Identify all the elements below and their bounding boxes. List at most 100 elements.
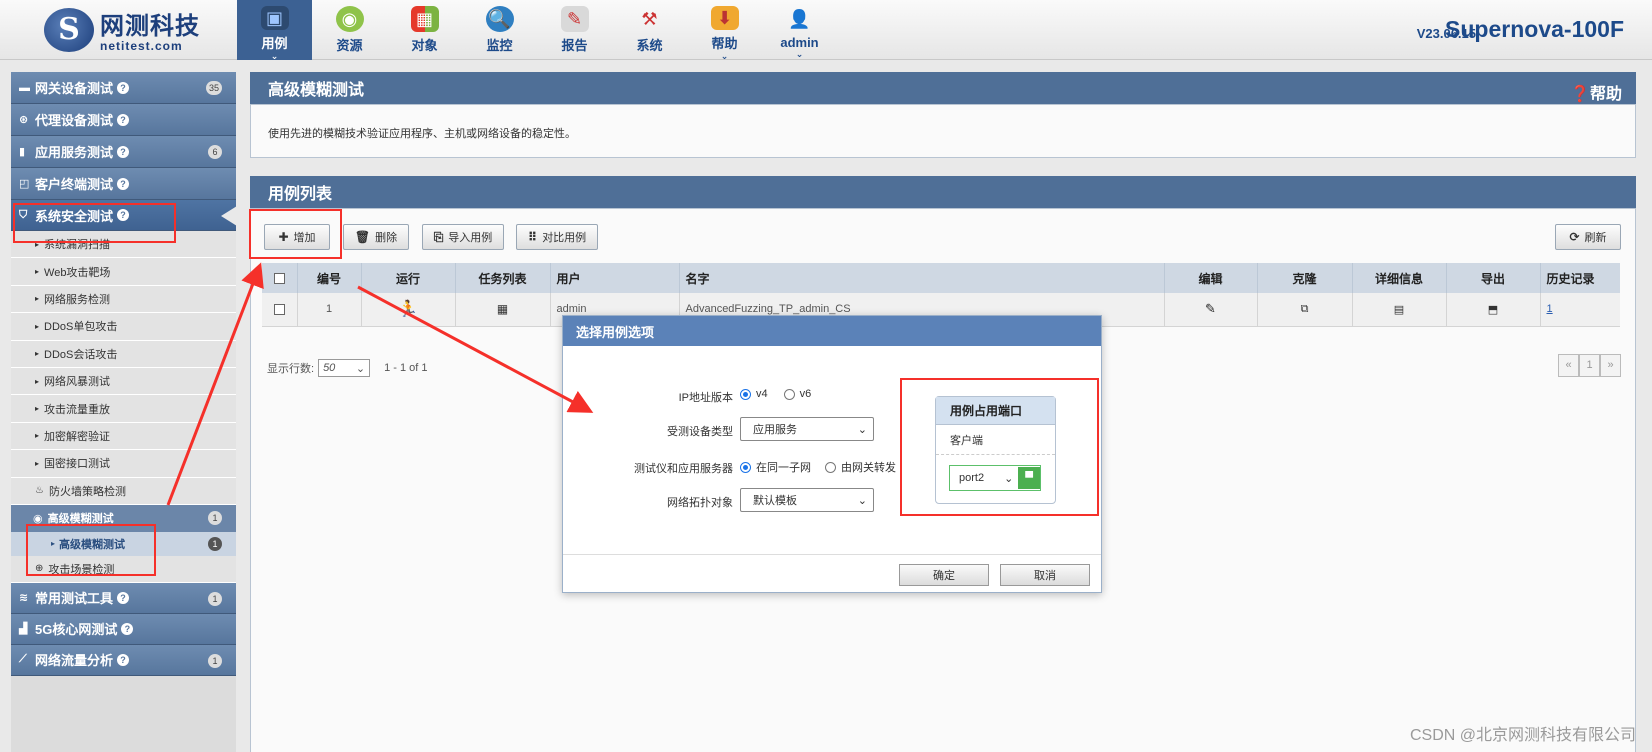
col-user[interactable]: 用户 — [550, 263, 680, 293]
same-subnet-radio[interactable] — [740, 461, 751, 473]
nav-cases[interactable]: ▣ 用例 ⌄ — [237, 0, 312, 61]
count-badge: 1 — [208, 536, 222, 551]
coins-icon: ◉ — [335, 6, 364, 32]
help-icon[interactable]: ? — [117, 653, 130, 666]
tools-icon: ⚒ — [641, 8, 658, 29]
sidebar-section-client[interactable]: ◰ 客户终端测试 ? — [11, 168, 236, 200]
sidebar-item-crypto[interactable]: ▸ 加密解密验证 — [11, 422, 236, 451]
sidebar-section-tools[interactable]: ≋ 常用测试工具 ? 1 — [11, 582, 236, 614]
compare-button[interactable]: ⠿ 对比用例 — [516, 224, 598, 250]
sidebar-group-fuzzing[interactable]: ◉ 高级模糊测试 1 — [11, 504, 236, 532]
dut-type-select[interactable]: 应用服务 ⌄ — [740, 417, 874, 441]
col-id[interactable]: 编号 — [297, 263, 362, 293]
calendar-icon[interactable]: ▦ — [455, 293, 551, 327]
col-tasks: 任务列表 — [455, 263, 551, 293]
help-icon[interactable]: ? — [121, 622, 134, 635]
cancel-button[interactable]: 取消 — [1000, 564, 1090, 586]
sidebar-section-traffic[interactable]: ⟋ 网络流量分析 ? 1 — [11, 644, 236, 676]
nav-label: 监控 — [486, 38, 513, 53]
nav-admin[interactable]: 👤 admin ⌄ — [762, 0, 837, 60]
nav-help[interactable]: ⬇ 帮助 ⌄ — [687, 0, 762, 61]
help-icon[interactable]: ? — [117, 591, 130, 604]
ip-v6-radio[interactable] — [783, 388, 795, 400]
count-badge: 1 — [208, 510, 222, 525]
select-all-checkbox[interactable] — [273, 273, 285, 285]
tester-server-label: 测试仪和应用服务器 — [634, 463, 733, 475]
count-badge: 35 — [205, 81, 222, 95]
sidebar-item-net-storm[interactable]: ▸ 网络风暴测试 — [11, 367, 236, 396]
ip-version-label: IP地址版本 — [678, 392, 733, 404]
details-icon[interactable]: ▤ — [1352, 293, 1447, 327]
sidebar-item-web-range[interactable]: ▸ Web攻击靶场 — [11, 258, 236, 286]
ok-button[interactable]: 确定 — [899, 564, 989, 586]
ip-v4-radio[interactable] — [740, 388, 751, 400]
history-cell: 1 — [1540, 293, 1620, 327]
nav-monitor[interactable]: 🔍 监控 — [462, 0, 537, 60]
next-page-button[interactable]: » — [1600, 354, 1621, 377]
sidebar-item-firewall[interactable]: ♨ 防火墙策略检测 — [11, 477, 236, 505]
nav-system[interactable]: ⚒ 系统 — [612, 0, 687, 60]
select-value: 默认模板 — [753, 495, 797, 507]
add-button[interactable]: ✚ 增加 — [264, 224, 330, 250]
brand-logo[interactable]: 网测科技 netitest.com — [44, 6, 200, 53]
col-export: 导出 — [1446, 263, 1541, 293]
import-button[interactable]: ⎘ 导入用例 — [422, 224, 504, 250]
chevron-down-icon: ⌄ — [857, 494, 867, 507]
edit-icon[interactable]: ✎ — [1164, 293, 1258, 327]
intro-panel-body: 使用先进的模糊技术验证应用程序、主机或网络设备的稳定性。 — [250, 104, 1636, 158]
sidebar-item-gm-interface[interactable]: ▸ 国密接口测试 — [11, 450, 236, 478]
sidebar-section-proxy[interactable]: ⊛ 代理设备测试 ? — [11, 104, 236, 136]
sidebar-section-gateway[interactable]: ▬ 网关设备测试 ? 35 — [11, 72, 236, 104]
help-icon[interactable]: ? — [117, 81, 130, 94]
active-pointer — [221, 206, 237, 226]
sidebar-item-replay[interactable]: ▸ 攻击流量重放 — [11, 395, 236, 423]
nav-label: 对象 — [411, 38, 438, 53]
sidebar-section-security[interactable]: ⛉ 系统安全测试 ? — [11, 200, 237, 231]
dialog-footer — [563, 554, 1101, 555]
nav-reports[interactable]: ✎ 报告 — [537, 0, 612, 60]
signal-bars-icon: ▟ — [19, 623, 28, 636]
sidebar-item-ddos-packet[interactable]: ▸ DDoS单包攻击 — [11, 313, 236, 341]
range-label: 1 - 1 of 1 — [384, 362, 428, 374]
col-edit: 编辑 — [1164, 263, 1258, 293]
sidebar-item-vuln-scan[interactable]: ▸ 系统漏洞扫描 — [11, 231, 236, 259]
section-label: 客户终端测试 — [35, 177, 114, 192]
sidebar-section-app-service[interactable]: ▮ 应用服务测试 ? 6 — [11, 136, 236, 168]
select-all-cell — [262, 263, 298, 293]
sidebar-item-ddos-session[interactable]: ▸ DDoS会话攻击 — [11, 340, 236, 368]
sidebar-item-fuzzing[interactable]: ▸ 高级模糊测试 1 — [11, 531, 236, 556]
item-label: 网络服务检测 — [44, 293, 111, 306]
help-icon[interactable]: ? — [117, 177, 130, 190]
sidebar-item-attack-scene[interactable]: ⊕ 攻击场景检测 — [11, 555, 236, 583]
user-icon: 👤 — [788, 8, 811, 29]
nav-resources[interactable]: ◉ 资源 — [312, 0, 387, 60]
refresh-button[interactable]: ⟳ 刷新 — [1555, 224, 1621, 250]
section-label: 常用测试工具 — [35, 591, 114, 607]
delete-button[interactable]: 🗑 删除 — [343, 224, 409, 250]
button-label: 导入用例 — [448, 232, 493, 244]
sidebar-item-net-service[interactable]: ▸ 网络服务检测 — [11, 285, 236, 314]
clone-icon[interactable]: ⧉ — [1257, 293, 1353, 327]
rows-per-page-select[interactable]: 50 ⌄ — [318, 359, 371, 377]
col-name[interactable]: 名字 — [679, 263, 1165, 293]
run-icon[interactable]: 🏃 — [361, 293, 456, 327]
topology-select[interactable]: 默认模板 ⌄ — [740, 488, 874, 512]
radio-label: 在同一子网 — [756, 462, 811, 474]
help-link[interactable]: ❓帮助 — [1570, 80, 1622, 104]
history-link[interactable]: 1 — [1547, 303, 1553, 315]
port-select[interactable]: port2 ⌄ — [950, 466, 1017, 490]
via-gateway-radio[interactable] — [825, 461, 836, 473]
item-label: 防火墙策略检测 — [48, 485, 126, 498]
row-checkbox[interactable] — [273, 303, 285, 315]
count-badge: 6 — [208, 145, 222, 159]
help-icon[interactable]: ? — [117, 113, 130, 126]
help-icon[interactable]: ? — [117, 145, 130, 158]
export-icon[interactable]: ⬒ — [1446, 293, 1541, 327]
report-icon: ✎ — [560, 6, 589, 32]
current-page[interactable]: 1 — [1579, 354, 1600, 377]
prev-page-button[interactable]: « — [1558, 354, 1579, 377]
sidebar-section-5g[interactable]: ▟ 5G核心网测试 ? — [11, 613, 236, 645]
ethernet-port-icon[interactable]: ▀ — [1018, 467, 1040, 489]
help-icon[interactable]: ? — [117, 209, 130, 221]
nav-objects[interactable]: ▦ 对象 — [387, 0, 462, 60]
